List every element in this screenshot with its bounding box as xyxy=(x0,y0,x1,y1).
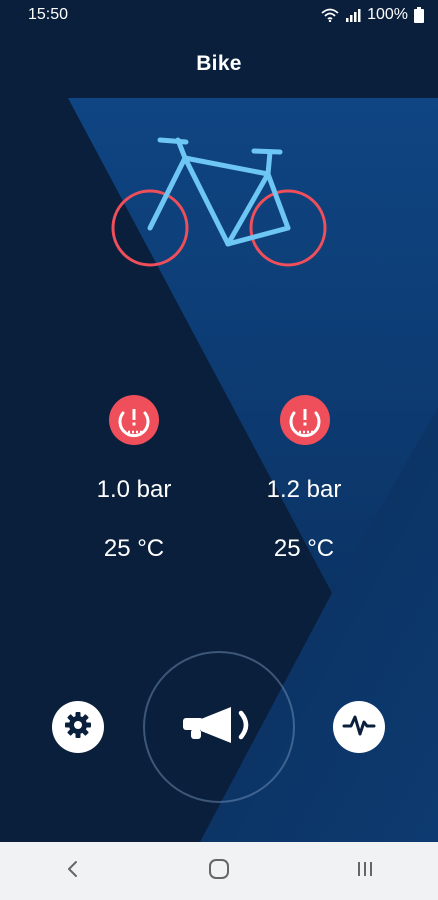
horn-button[interactable] xyxy=(143,651,295,803)
system-nav-bar xyxy=(0,842,438,900)
status-bar: 15:50 100% xyxy=(0,0,438,30)
recents-icon xyxy=(355,860,375,883)
rear-tire-temperature: 25 °C xyxy=(273,535,335,562)
front-tire-pressure-warning-icon xyxy=(108,394,160,446)
gear-icon xyxy=(63,710,93,745)
settings-button[interactable] xyxy=(52,701,104,753)
activity-button[interactable] xyxy=(333,701,385,753)
rear-tire-pressure-warning-icon xyxy=(279,394,331,446)
app-header: Bike xyxy=(0,30,438,98)
nav-home-button[interactable] xyxy=(179,842,259,900)
main-panel: 1.0 bar 1.2 bar 25 °C 25 °C xyxy=(0,98,438,842)
horn-icon xyxy=(179,701,259,754)
battery-icon xyxy=(414,7,424,23)
activity-pulse-icon xyxy=(342,713,376,742)
nav-recents-button[interactable] xyxy=(325,842,405,900)
front-tire-pressure: 1.0 bar xyxy=(96,476,172,503)
back-icon xyxy=(66,860,80,883)
battery-label: 100% xyxy=(367,6,408,23)
wifi-icon xyxy=(321,8,339,22)
page-title: Bike xyxy=(196,52,242,75)
nav-back-button[interactable] xyxy=(33,842,113,900)
status-icons: 100% xyxy=(321,6,424,24)
status-time: 15:50 xyxy=(28,6,69,23)
signal-icon xyxy=(345,8,361,22)
bike-illustration xyxy=(111,137,327,267)
front-tire-temperature: 25 °C xyxy=(103,535,165,562)
home-icon xyxy=(208,858,230,885)
rear-tire-pressure: 1.2 bar xyxy=(266,476,342,503)
